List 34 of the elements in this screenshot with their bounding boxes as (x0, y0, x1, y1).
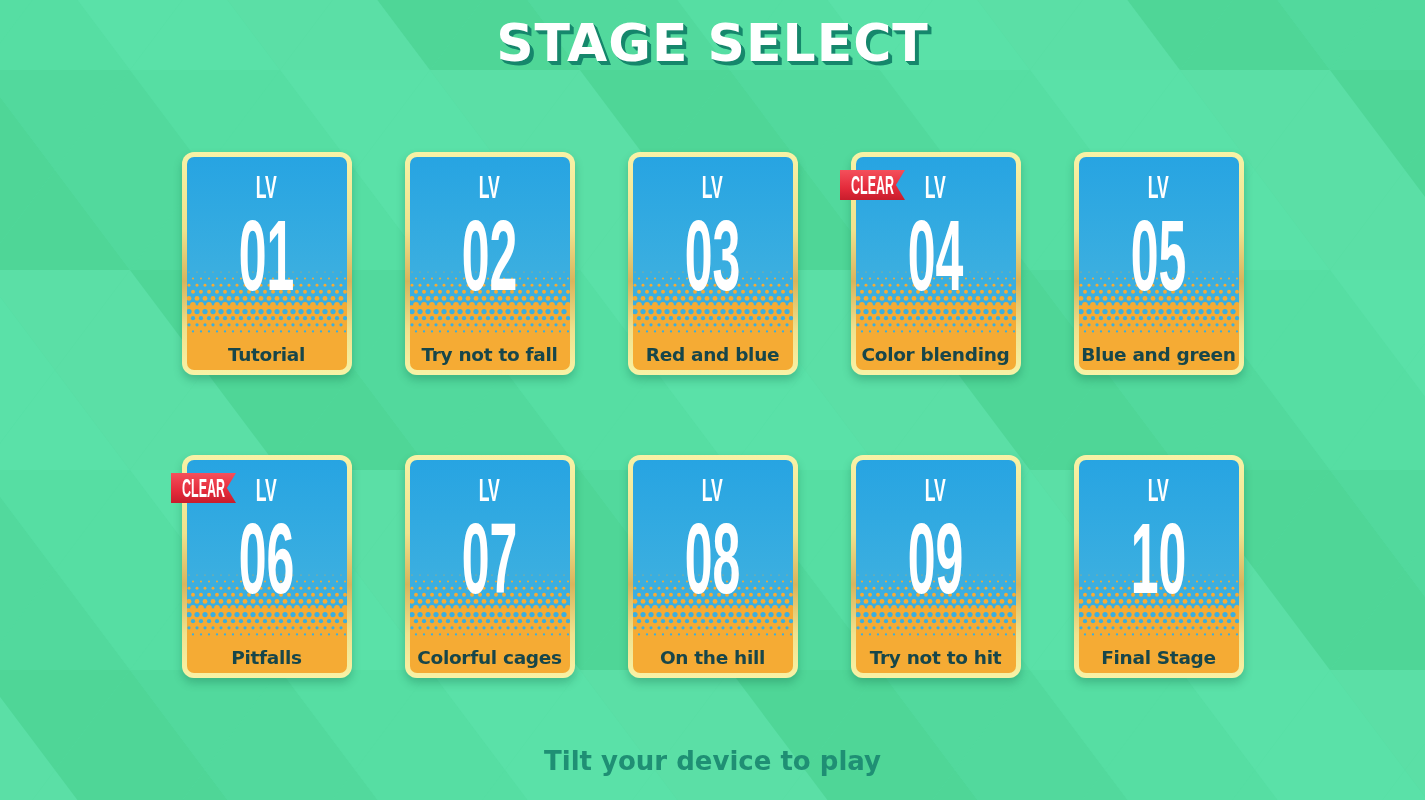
level-number: 02 (461, 205, 518, 305)
stage-name: On the hill (659, 647, 766, 669)
level-label: LV (478, 171, 501, 203)
level-label: LV (478, 474, 501, 506)
level-label: LV (255, 474, 278, 506)
stage-name: Pitfalls (231, 647, 302, 669)
hint-text: Tilt your device to play (544, 748, 881, 774)
level-number: 09 (907, 508, 964, 608)
stage-name: Final Stage (1101, 647, 1216, 669)
level-number: 04 (907, 205, 964, 305)
level-number: 08 (684, 508, 741, 608)
level-label: LV (701, 474, 724, 506)
level-label: LV (1147, 171, 1170, 203)
page-title: STAGE SELECT (496, 17, 929, 69)
level-label: LV (1147, 474, 1170, 506)
level-number: 06 (238, 508, 295, 608)
stage-name: Try not to hit (869, 647, 1002, 669)
stage-name: Tutorial (227, 344, 306, 366)
level-number: 07 (461, 508, 518, 608)
level-label: LV (924, 171, 947, 203)
level-number: 10 (1130, 508, 1187, 608)
clear-ribbon: CLEAR (839, 170, 905, 200)
level-number: 01 (238, 205, 295, 305)
level-label: LV (924, 474, 947, 506)
level-number: 03 (684, 205, 741, 305)
stage-name: Colorful cages (417, 647, 562, 669)
stage-name: Blue and green (1081, 344, 1236, 366)
stage-name: Red and blue (645, 344, 780, 366)
clear-ribbon: CLEAR (170, 473, 236, 503)
stage-name: Try not to fall (421, 344, 558, 366)
level-label: LV (701, 171, 724, 203)
level-label: LV (255, 171, 278, 203)
stage-name: Color blending (861, 344, 1010, 366)
level-number: 05 (1130, 205, 1187, 305)
